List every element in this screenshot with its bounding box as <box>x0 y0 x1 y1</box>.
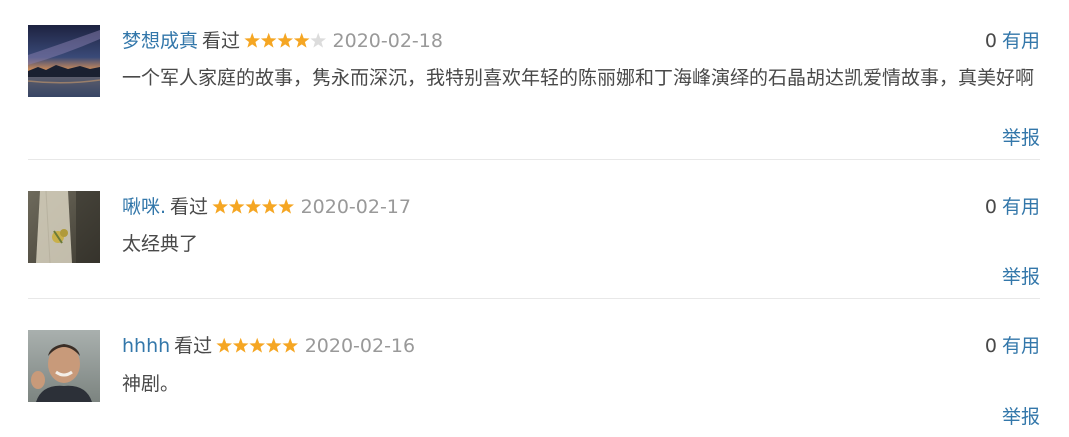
comment-meta: hhhh 看过 2020-02-16 <box>122 335 415 357</box>
vote-area: 0 有用 <box>985 196 1040 218</box>
star-empty-icon <box>310 32 327 48</box>
star-filled-icon <box>278 198 295 214</box>
star-filled-icon <box>249 337 266 353</box>
comment-date: 2020-02-18 <box>332 30 443 52</box>
vote-count: 0 <box>984 30 997 52</box>
comment-date: 2020-02-17 <box>300 196 411 218</box>
report-button[interactable]: 举报 <box>1002 266 1040 288</box>
watch-status: 看过 <box>170 196 209 218</box>
star-filled-icon <box>244 32 261 48</box>
avatar[interactable] <box>28 330 100 402</box>
username-link[interactable]: hhhh <box>122 335 170 357</box>
useful-button[interactable]: 有用 <box>1002 335 1040 357</box>
report-button[interactable]: 举报 <box>1002 127 1040 149</box>
star-filled-icon <box>266 337 282 353</box>
rating-stars <box>244 32 327 49</box>
useful-button[interactable]: 有用 <box>1002 30 1040 52</box>
report-button[interactable]: 举报 <box>1002 406 1040 428</box>
star-filled-icon <box>228 198 245 214</box>
comment-meta: 梦想成真 看过 2020-02-18 <box>122 30 443 52</box>
star-filled-icon <box>261 198 278 214</box>
comment-date: 2020-02-16 <box>304 335 416 357</box>
avatar[interactable] <box>28 25 100 97</box>
vote-area: 0 有用 <box>985 30 1040 52</box>
rating-stars <box>216 337 299 354</box>
useful-button[interactable]: 有用 <box>1002 196 1040 218</box>
star-filled-icon <box>216 337 233 353</box>
rating-stars <box>212 198 295 215</box>
divider <box>28 159 1040 160</box>
star-filled-icon <box>282 337 299 353</box>
watch-status: 看过 <box>174 335 213 357</box>
comment-content: 神剧。 <box>122 373 180 395</box>
comment-content: 一个军人家庭的故事，隽永而深沉，我特别喜欢年轻的陈丽娜和丁海峰演绎的石晶胡达凯爱… <box>122 67 1035 89</box>
star-filled-icon <box>277 32 294 48</box>
username-link[interactable]: 梦想成真 <box>122 30 198 52</box>
star-filled-icon <box>293 32 310 48</box>
avatar[interactable] <box>28 191 100 263</box>
vote-count: 0 <box>984 196 997 218</box>
star-filled-icon <box>212 198 229 214</box>
comment-content: 太经典了 <box>122 233 199 255</box>
vote-area: 0 有用 <box>985 335 1040 357</box>
star-filled-icon <box>260 32 277 48</box>
vote-count: 0 <box>984 335 997 357</box>
watch-status: 看过 <box>202 30 241 52</box>
username-link[interactable]: 啾咪. <box>122 196 166 218</box>
comment-meta: 啾咪. 看过 2020-02-17 <box>122 196 411 218</box>
star-filled-icon <box>245 198 262 214</box>
divider <box>28 298 1040 299</box>
star-filled-icon <box>233 337 249 353</box>
